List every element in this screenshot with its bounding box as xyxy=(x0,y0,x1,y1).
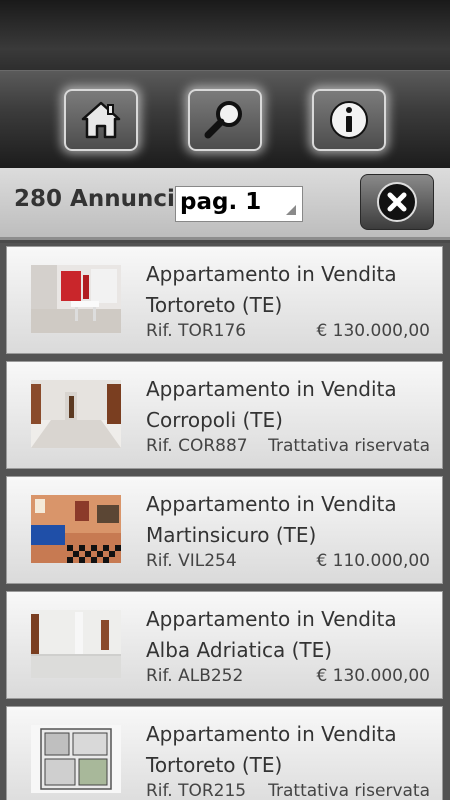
listing-location: Alba Adriatica (TE) xyxy=(146,638,333,662)
dropdown-arrow-icon xyxy=(286,205,296,215)
listing-ref: Rif. ALB252 xyxy=(146,666,244,686)
page-select[interactable]: pag. 1 xyxy=(175,186,303,222)
listing-title: Appartamento in Vendita xyxy=(146,607,397,631)
close-button[interactable] xyxy=(360,174,434,230)
info-button[interactable] xyxy=(312,89,386,151)
listing-photo xyxy=(31,610,121,678)
search-button[interactable] xyxy=(188,89,262,151)
list-item[interactable]: Appartamento in Vendita Tortoreto (TE) R… xyxy=(6,706,443,800)
listing-price: € 130.000,00 xyxy=(316,666,430,686)
listing-ref: Rif. COR887 xyxy=(146,436,248,456)
listing-title: Appartamento in Vendita xyxy=(146,377,397,401)
list-item[interactable]: Appartamento in Vendita Martinsicuro (TE… xyxy=(6,476,443,584)
status-bar xyxy=(0,0,450,70)
results-count: 280 Annunci xyxy=(14,186,175,212)
listing-photo xyxy=(31,265,121,333)
listing-title: Appartamento in Vendita xyxy=(146,262,397,286)
info-icon xyxy=(330,101,368,139)
listing-location: Corropoli (TE) xyxy=(146,408,283,432)
listing-list: Appartamento in Vendita Tortoreto (TE) R… xyxy=(0,243,450,800)
listing-location: Tortoreto (TE) xyxy=(146,753,283,777)
list-item[interactable]: Appartamento in Vendita Alba Adriatica (… xyxy=(6,591,443,699)
listing-title: Appartamento in Vendita xyxy=(146,722,397,746)
listing-title: Appartamento in Vendita xyxy=(146,492,397,516)
listing-ref: Rif. TOR176 xyxy=(146,321,247,341)
listing-photo xyxy=(31,495,121,563)
listing-price: Trattativa riservata xyxy=(268,436,430,456)
nav-bar xyxy=(0,70,450,168)
page-select-value: pag. 1 xyxy=(180,189,262,215)
list-item[interactable]: Appartamento in Vendita Corropoli (TE) R… xyxy=(6,361,443,469)
listing-ref: Rif. TOR215 xyxy=(146,781,247,800)
search-icon xyxy=(204,101,242,139)
listing-location: Tortoreto (TE) xyxy=(146,293,283,317)
list-item[interactable]: Appartamento in Vendita Tortoreto (TE) R… xyxy=(6,246,443,354)
listing-price: € 110.000,00 xyxy=(316,551,430,571)
listing-photo xyxy=(31,725,121,793)
listing-price: Trattativa riservata xyxy=(268,781,430,800)
listing-ref: Rif. VIL254 xyxy=(146,551,237,571)
listing-price: € 130.000,00 xyxy=(316,321,430,341)
home-icon xyxy=(81,101,121,139)
listing-location: Martinsicuro (TE) xyxy=(146,523,317,547)
listing-photo xyxy=(31,380,121,448)
home-button[interactable] xyxy=(64,89,138,151)
close-icon xyxy=(377,182,417,222)
